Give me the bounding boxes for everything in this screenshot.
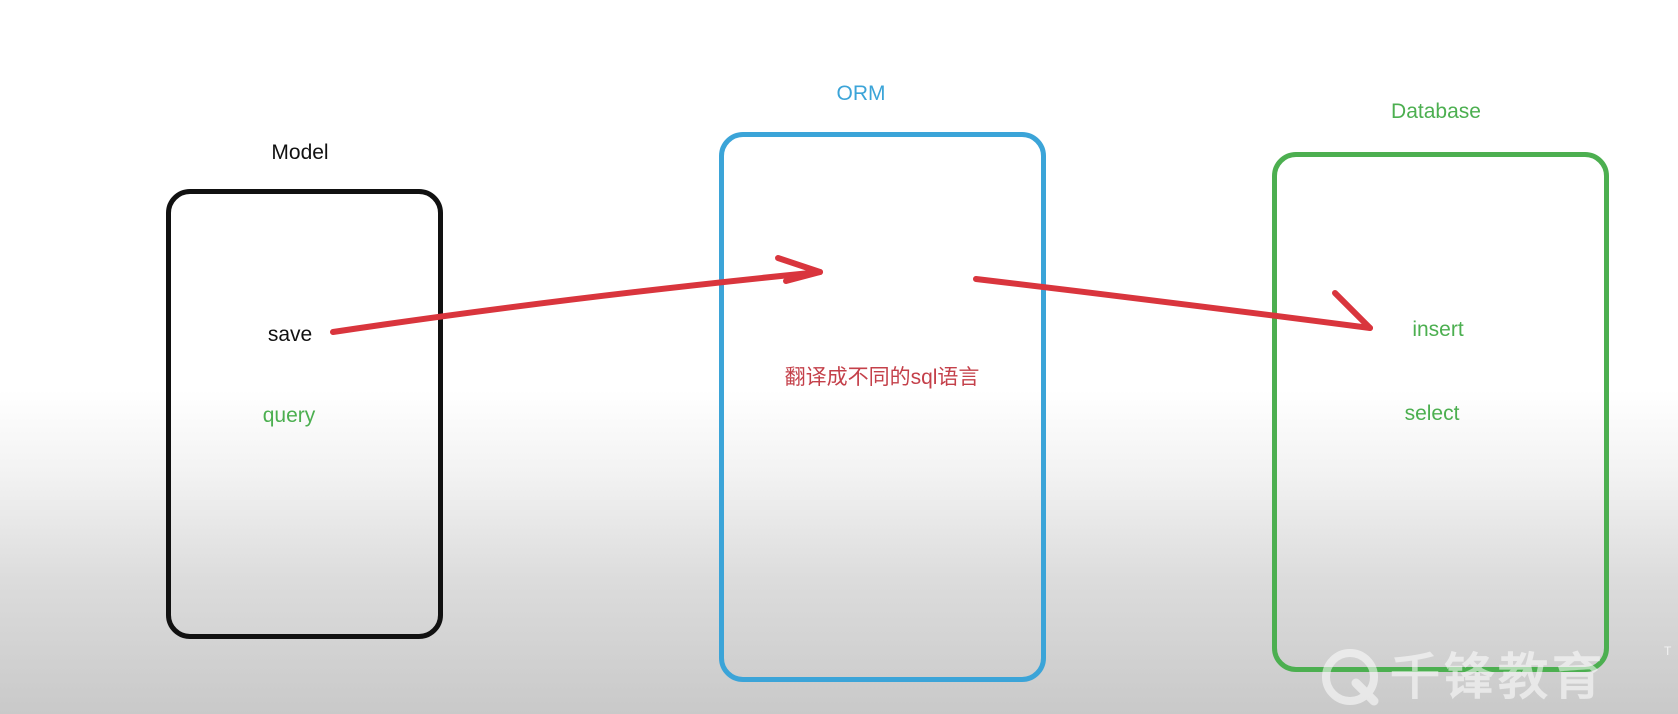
arrow-save-to-orm	[330, 255, 823, 335]
watermark: 千锋教育	[1318, 640, 1606, 714]
watermark-text: 千锋教育	[1390, 648, 1606, 706]
qianfeng-logo-icon	[1322, 649, 1379, 706]
arrow-orm-to-insert	[973, 276, 1373, 331]
watermark-trademark: T	[1664, 644, 1672, 658]
arrows-layer	[330, 255, 1373, 335]
